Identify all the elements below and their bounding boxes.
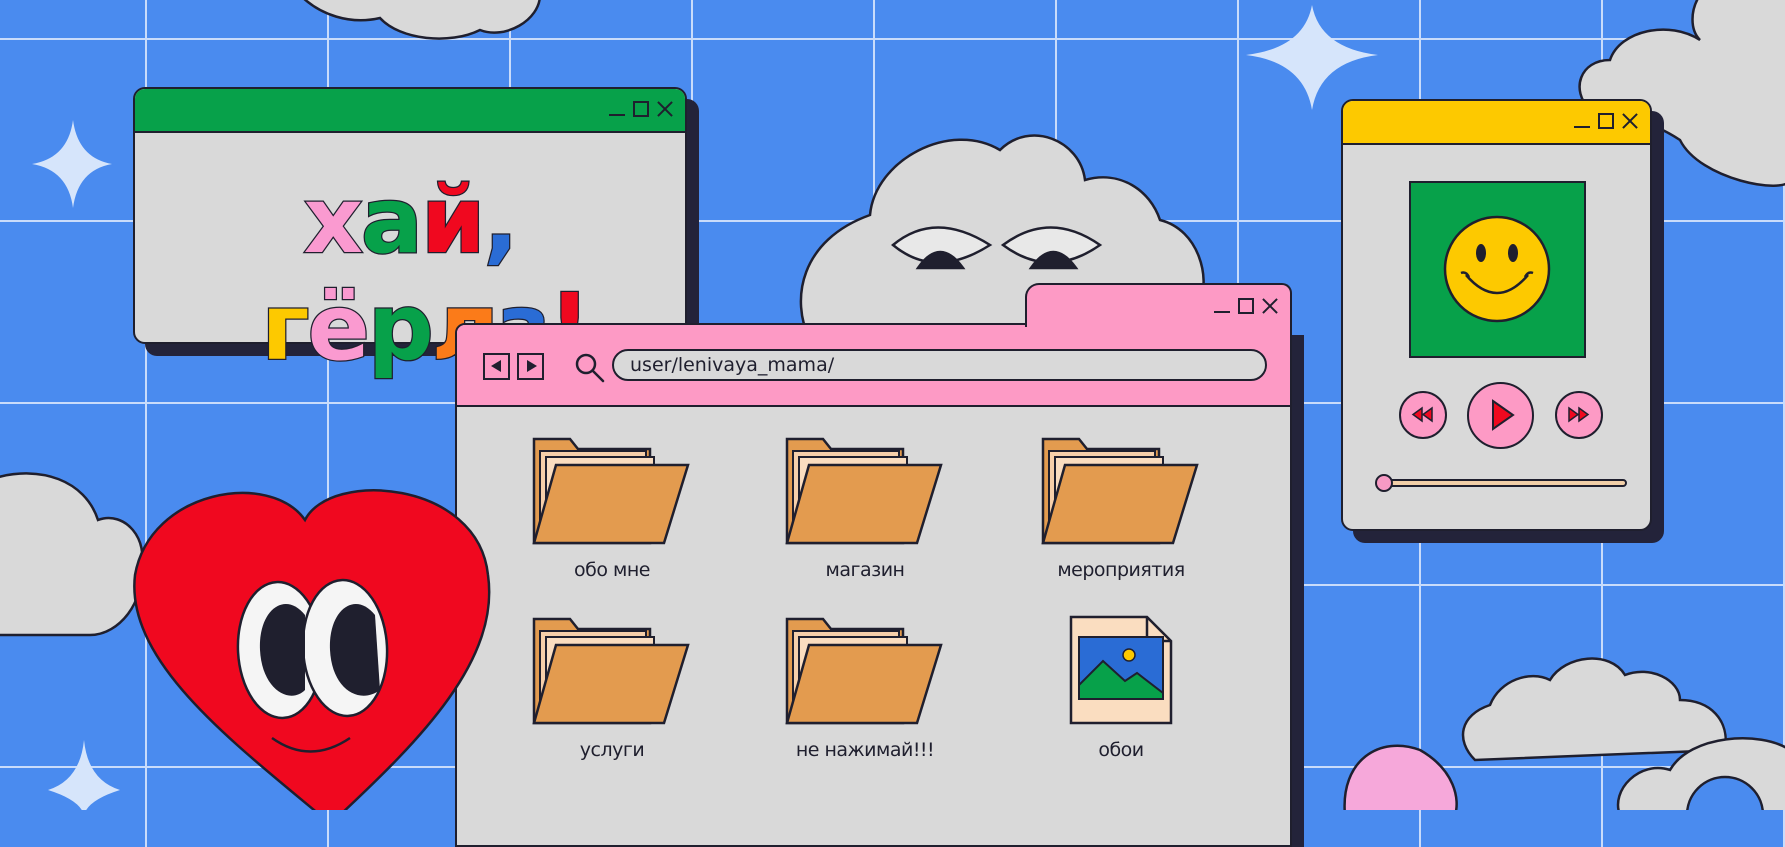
greeting-window: хай, гёрлз! (133, 87, 687, 382)
folder-icon (785, 437, 943, 545)
fast-forward-button[interactable] (1555, 391, 1603, 439)
sparkle-left (32, 120, 112, 208)
greeting-letter: й (420, 166, 487, 276)
file-item[interactable]: обо мне (512, 435, 712, 581)
maximize-icon[interactable] (1598, 113, 1614, 129)
forward-arrow-icon[interactable] (517, 353, 544, 380)
close-icon[interactable] (1622, 113, 1638, 129)
file-label: обои (1098, 739, 1144, 761)
progress-knob[interactable] (1374, 474, 1393, 492)
minimize-icon[interactable] (1574, 113, 1590, 129)
file-label: магазин (825, 559, 905, 581)
music-player-window (1341, 99, 1652, 531)
greeting-letter (231, 274, 261, 381)
album-art (1409, 181, 1586, 358)
minimize-icon[interactable] (609, 101, 625, 117)
progress-track[interactable] (1374, 474, 1627, 492)
file-label: мероприятия (1057, 559, 1185, 581)
play-button[interactable] (1467, 382, 1534, 449)
close-icon[interactable] (657, 101, 673, 117)
image-file-icon (1069, 615, 1173, 725)
maximize-icon[interactable] (633, 101, 649, 117)
rewind-icon (1411, 406, 1433, 423)
greeting-window-titlebar (135, 89, 685, 133)
greeting-letter: а (360, 166, 425, 276)
browser-toolbar: user/lenivaya_mama/ (457, 325, 1290, 407)
file-item[interactable]: мероприятия (1021, 435, 1221, 581)
greeting-letter: ё (306, 273, 371, 383)
fast-forward-icon (1568, 406, 1590, 423)
file-item[interactable]: не нажимай!!! (765, 615, 965, 761)
greeting-letter: х (302, 166, 364, 276)
folder-icon (532, 617, 690, 725)
minimize-icon[interactable] (1214, 298, 1230, 314)
sparkle-bottom-left (48, 740, 120, 810)
cloud-bottom-right (1461, 657, 1728, 762)
file-browser-window: user/lenivaya_mama/ обо мне магазин меро… (455, 323, 1292, 847)
pink-heart-bottom-2 (1343, 744, 1458, 810)
greeting-letter: р (367, 273, 435, 383)
file-label: услуги (579, 739, 645, 761)
folder-icon (785, 617, 943, 725)
cloud-left (0, 472, 144, 637)
cloud-top (303, 0, 541, 40)
file-item[interactable]: обои (1021, 615, 1221, 761)
close-icon[interactable] (1262, 298, 1278, 314)
file-item[interactable]: услуги (512, 615, 712, 761)
player-titlebar (1343, 101, 1650, 145)
sparkle-top-right (1246, 5, 1378, 110)
address-bar[interactable]: user/lenivaya_mama/ (612, 349, 1267, 381)
search-icon[interactable] (574, 352, 606, 384)
folder-icon (1041, 437, 1199, 545)
file-label: обо мне (574, 559, 650, 581)
play-icon (1492, 399, 1515, 431)
smiley-icon (1443, 215, 1551, 323)
file-item[interactable]: магазин (765, 435, 965, 581)
file-label: не нажимай!!! (795, 739, 935, 761)
greeting-letter: г (260, 273, 311, 383)
folder-icon (532, 437, 690, 545)
rewind-button[interactable] (1399, 391, 1447, 439)
maximize-icon[interactable] (1238, 298, 1254, 314)
greeting-letter: , (482, 166, 519, 276)
back-arrow-icon[interactable] (483, 353, 510, 380)
